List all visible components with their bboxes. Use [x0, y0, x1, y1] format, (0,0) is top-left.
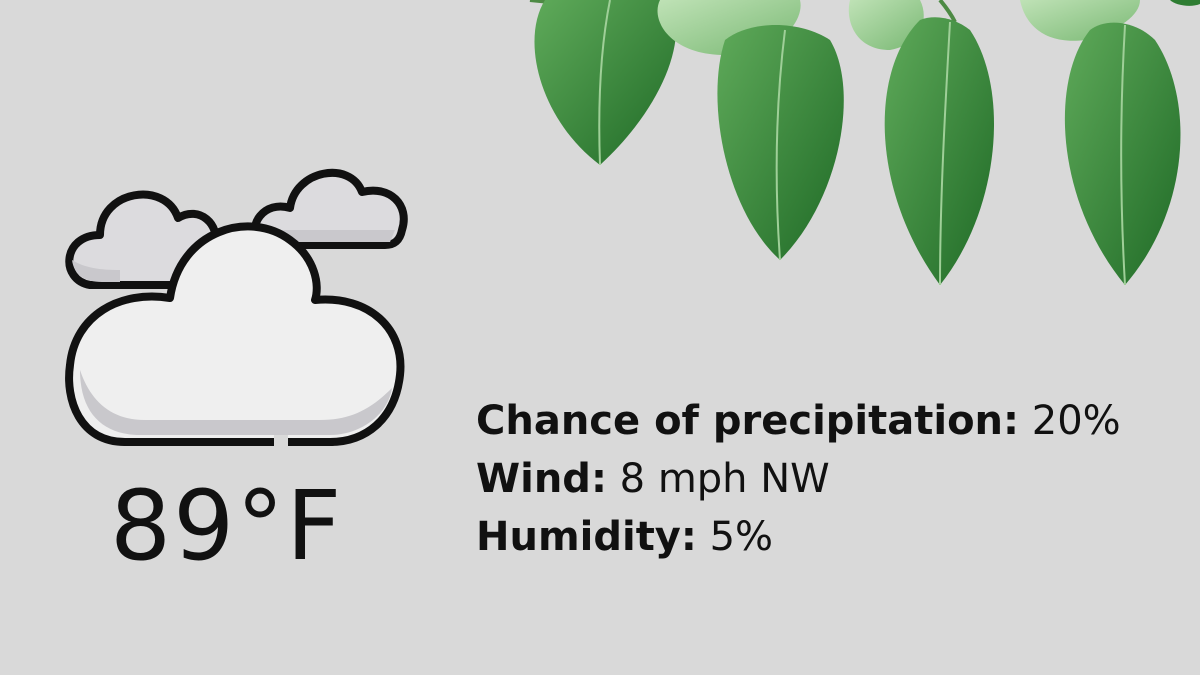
wind-value: 8 mph NW — [619, 456, 830, 502]
precipitation-label: Chance of precipitation: — [476, 398, 1020, 444]
humidity-value: 5% — [709, 514, 774, 560]
humidity-label: Humidity: — [476, 514, 697, 560]
weather-details: Chance of precipitation: 20% Wind: 8 mph… — [476, 392, 1176, 566]
cloudy-icon — [65, 168, 408, 449]
precipitation-row: Chance of precipitation: 20% — [476, 392, 1176, 450]
wind-row: Wind: 8 mph NW — [476, 450, 1176, 508]
humidity-row: Humidity: 5% — [476, 508, 1176, 566]
hanging-leaves-icon — [529, 0, 1200, 286]
precipitation-value: 20% — [1031, 398, 1121, 444]
temperature-readout: 89°F — [110, 470, 344, 582]
wind-label: Wind: — [476, 456, 607, 502]
